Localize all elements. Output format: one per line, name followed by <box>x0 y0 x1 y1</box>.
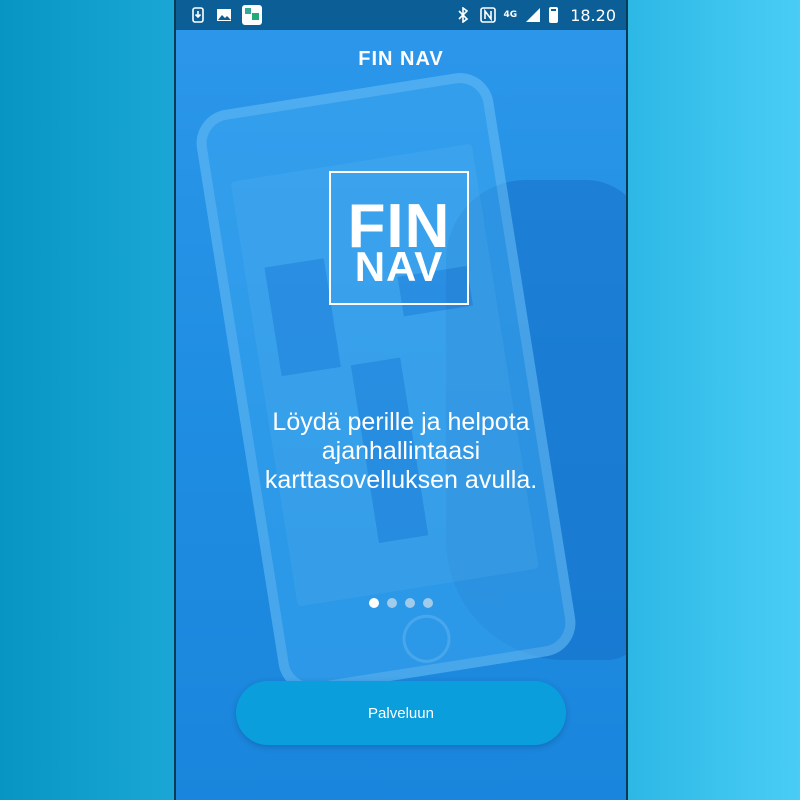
tagline-line-2: ajanhallintaasi <box>321 437 481 465</box>
page-dot-1[interactable] <box>369 598 379 608</box>
page-dot-3[interactable] <box>405 598 415 608</box>
battery-icon <box>549 7 559 23</box>
status-bar: 4G 18.20 <box>176 0 626 30</box>
status-time: 18.20 <box>570 5 616 25</box>
page-dot-4[interactable] <box>423 598 433 608</box>
page-indicator <box>176 598 626 608</box>
image-notification-icon <box>216 7 232 23</box>
phone-screen: 4G 18.20 FIN NAV FIN NAV Löydä perille j… <box>174 0 628 800</box>
signal-icon <box>525 7 541 23</box>
app-logo: FIN NAV <box>329 171 469 305</box>
app-notification-icon <box>242 5 262 25</box>
network-type-label: 4G <box>503 10 518 20</box>
enter-service-button[interactable]: Palveluun <box>236 681 566 745</box>
download-notification-icon <box>190 7 206 23</box>
background-home-button <box>399 611 454 667</box>
tagline-line-1: Löydä perille ja helpota <box>272 408 530 436</box>
nfc-icon <box>479 7 496 23</box>
onboarding-tagline: Löydä perille ja helpota ajanhallintaasi… <box>216 408 586 495</box>
page-dot-2[interactable] <box>387 598 397 608</box>
bluetooth-icon <box>456 6 472 24</box>
app-title: FIN NAV <box>358 48 444 70</box>
tagline-line-3: karttasovelluksen avulla. <box>264 466 538 494</box>
